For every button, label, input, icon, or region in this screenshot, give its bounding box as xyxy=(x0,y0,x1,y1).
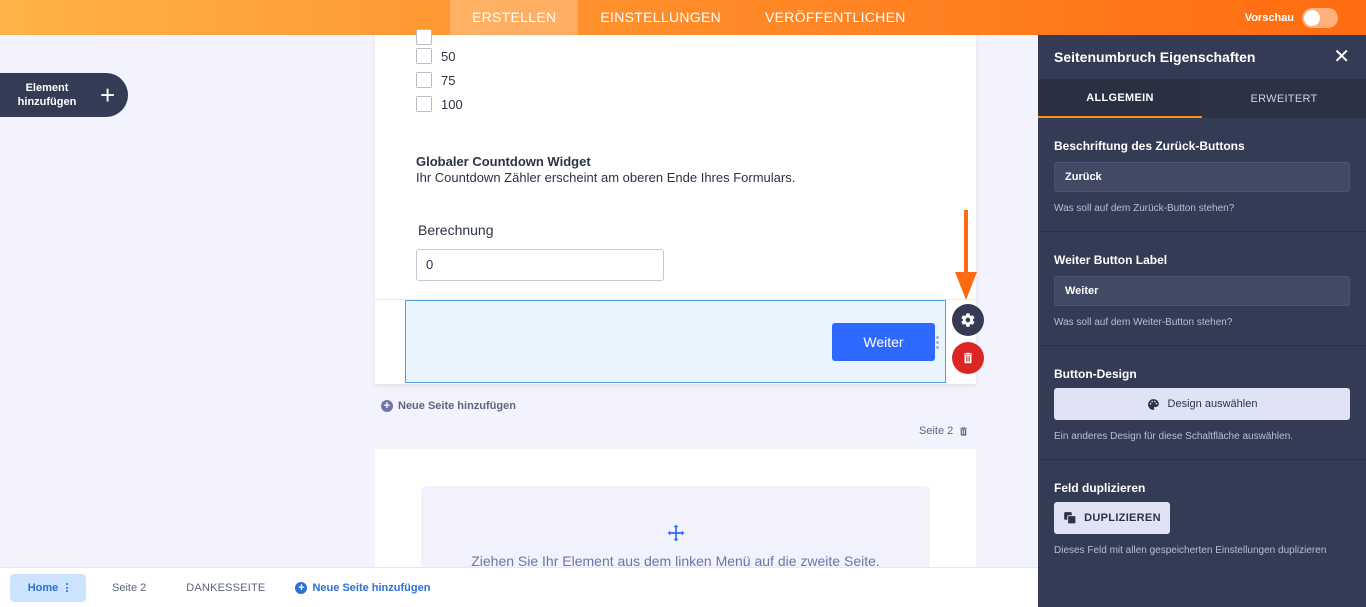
plus-circle-icon: + xyxy=(295,581,308,594)
add-element-label: Element hinzufügen xyxy=(17,82,77,108)
select-design-button[interactable]: Design auswählen xyxy=(1054,388,1350,420)
tab-einstellungen[interactable]: EINSTELLUNGEN xyxy=(578,0,743,35)
main-tabs: ERSTELLEN EINSTELLUNGEN VERÖFFENTLICHEN xyxy=(450,0,928,35)
duplicate-button-label: DUPLIZIEREN xyxy=(1084,512,1161,524)
next-button[interactable]: Weiter xyxy=(832,323,935,361)
panel-header: Seitenumbruch Eigenschaften ✕ xyxy=(1038,35,1366,79)
trash-icon[interactable] xyxy=(958,426,969,437)
duplicate-button[interactable]: DUPLIZIEREN xyxy=(1054,502,1170,534)
tab-allgemein[interactable]: ALLGEMEIN xyxy=(1038,79,1202,118)
back-button-help: Was soll auf dem Zurück-Button stehen? xyxy=(1054,203,1235,214)
delete-field-button[interactable] xyxy=(952,342,984,374)
trash-icon xyxy=(963,352,973,364)
checkbox[interactable] xyxy=(416,72,432,88)
button-design-label: Button-Design xyxy=(1054,367,1137,381)
field-settings-button[interactable] xyxy=(952,304,984,336)
top-bar: ERSTELLEN EINSTELLUNGEN VERÖFFENTLICHEN … xyxy=(0,0,1366,35)
kebab-menu-icon[interactable] xyxy=(66,582,69,594)
page-navigation-bar: Home Seite 2 DANKESSEITE + Neue Seite hi… xyxy=(0,567,1038,607)
duplicate-field-section: Feld duplizieren DUPLIZIEREN Dieses Feld… xyxy=(1038,460,1366,573)
page-break-field[interactable]: Weiter xyxy=(405,300,946,383)
form-page-1: 50 75 100 Globaler Countdown Widget Ihr … xyxy=(375,29,976,384)
calculation-input[interactable]: 0 xyxy=(416,249,664,281)
checkbox[interactable] xyxy=(416,29,432,45)
checkbox[interactable] xyxy=(416,96,432,112)
back-button-label: Beschriftung des Zurück-Buttons xyxy=(1054,139,1245,153)
add-page-label: Neue Seite hinzufügen xyxy=(312,581,431,594)
next-button-help: Was soll auf dem Weiter-Button stehen? xyxy=(1054,317,1233,328)
tab-erstellen[interactable]: ERSTELLEN xyxy=(450,0,579,35)
button-design-section: Button-Design Design auswählen Ein ander… xyxy=(1038,346,1366,460)
page-tab-seite-2[interactable]: Seite 2 xyxy=(112,582,146,594)
preview-toggle[interactable] xyxy=(1302,7,1338,28)
arrow-down-icon xyxy=(955,210,977,300)
properties-panel: Seitenumbruch Eigenschaften ✕ ALLGEMEIN … xyxy=(1038,35,1366,607)
page-2-label: Seite 2 xyxy=(919,425,954,437)
close-icon[interactable]: ✕ xyxy=(1333,47,1350,67)
drag-handle-icon[interactable] xyxy=(936,336,940,350)
button-design-help: Ein anderes Design für diese Schaltfläch… xyxy=(1054,431,1294,442)
tab-veroeffentlichen[interactable]: VERÖFFENTLICHEN xyxy=(743,0,928,35)
checkbox-label: 50 xyxy=(441,48,456,64)
checkbox[interactable] xyxy=(416,48,432,64)
add-element-button[interactable]: Element hinzufügen + xyxy=(0,73,128,117)
checkbox-label: 75 xyxy=(441,72,456,88)
checkbox-option[interactable]: 75 xyxy=(416,72,455,88)
back-button-section: Beschriftung des Zurück-Buttons Zurück W… xyxy=(1038,118,1366,232)
checkbox-option-partial[interactable] xyxy=(416,29,441,45)
add-new-page-link[interactable]: + Neue Seite hinzufügen xyxy=(381,400,516,412)
next-button-label: Weiter Button Label xyxy=(1054,253,1168,267)
duplicate-field-help: Dieses Feld mit allen gespeicherten Eins… xyxy=(1054,545,1327,556)
move-icon xyxy=(667,524,685,542)
panel-title: Seitenumbruch Eigenschaften xyxy=(1054,49,1256,65)
page-2-header: Seite 2 xyxy=(919,425,969,437)
tab-erweitert[interactable]: ERWEITERT xyxy=(1202,79,1366,118)
duplicate-field-label: Feld duplizieren xyxy=(1054,481,1146,495)
widget-description: Ihr Countdown Zähler erscheint am oberen… xyxy=(416,170,796,185)
select-design-label: Design auswählen xyxy=(1167,398,1258,410)
plus-circle-icon: + xyxy=(381,400,393,412)
copy-icon xyxy=(1064,512,1077,525)
widget-title: Globaler Countdown Widget xyxy=(416,154,591,169)
panel-tabs: ALLGEMEIN ERWEITERT xyxy=(1038,79,1366,118)
checkbox-label: 100 xyxy=(441,96,463,112)
page-tab-home-label: Home xyxy=(27,581,59,594)
checkbox-option[interactable]: 50 xyxy=(416,48,455,64)
gear-icon xyxy=(961,313,975,327)
calculation-label: Berechnung xyxy=(418,222,494,238)
back-button-input[interactable]: Zurück xyxy=(1054,162,1350,192)
page-tab-thank-you[interactable]: DANKESSEITE xyxy=(186,582,265,594)
next-button-input[interactable]: Weiter xyxy=(1054,276,1350,306)
add-new-page-button[interactable]: + Neue Seite hinzufügen xyxy=(295,581,431,594)
palette-icon xyxy=(1147,398,1159,410)
plus-icon: + xyxy=(100,80,116,110)
add-page-label: Neue Seite hinzufügen xyxy=(398,400,516,412)
next-button-section: Weiter Button Label Weiter Was soll auf … xyxy=(1038,232,1366,346)
preview-control: Vorschau xyxy=(1245,0,1338,35)
preview-label: Vorschau xyxy=(1244,11,1294,24)
page-tab-home[interactable]: Home xyxy=(10,573,86,602)
checkbox-option[interactable]: 100 xyxy=(416,96,463,112)
